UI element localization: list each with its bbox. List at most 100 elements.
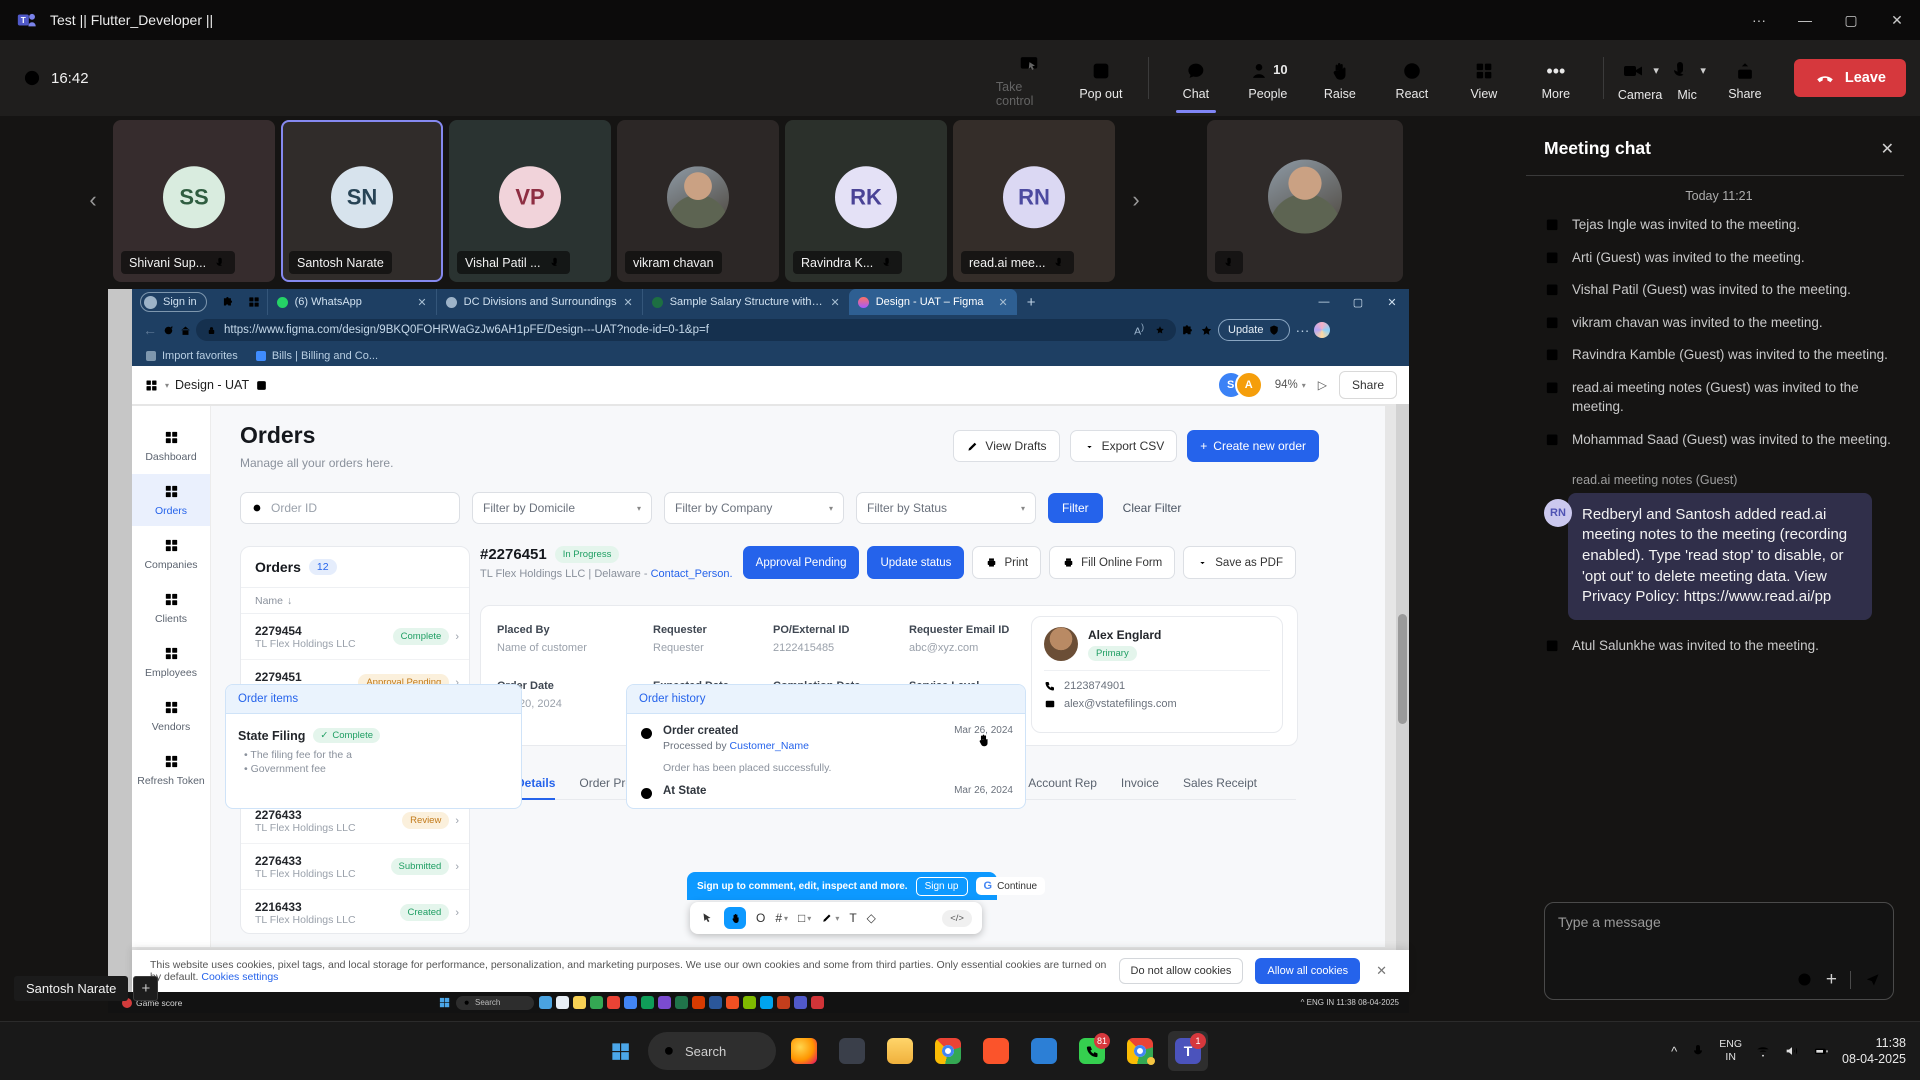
minimize-button[interactable]: — <box>1782 0 1828 40</box>
contact-email[interactable]: alex@vstatefilings.com <box>1044 698 1270 710</box>
create-new-order-button[interactable]: + Create new order <box>1187 430 1319 462</box>
figma-menu-chevron-icon[interactable]: ▾ <box>165 381 169 390</box>
browser-minimize-button[interactable]: — <box>1307 289 1341 315</box>
sidebar-item[interactable]: Clients <box>132 582 210 634</box>
taskbar-app-icon[interactable] <box>539 996 552 1009</box>
present-icon[interactable]: ▷ <box>1318 378 1327 392</box>
google-continue-button[interactable]: G Continue <box>976 877 1046 895</box>
text-tool-icon[interactable]: T <box>849 911 856 925</box>
cookie-close-icon[interactable]: ✕ <box>1372 963 1391 979</box>
tray-mic-icon[interactable] <box>1690 1043 1706 1059</box>
hand-tool-icon[interactable] <box>724 907 746 929</box>
sidebar-item[interactable]: Employees <box>132 636 210 688</box>
save-as-pdf-button[interactable]: Save as PDF <box>1183 546 1296 579</box>
taskbar-app-icon[interactable] <box>641 996 654 1009</box>
taskbar-app-icon[interactable] <box>590 996 603 1009</box>
emoji-icon[interactable] <box>1796 971 1813 988</box>
figma-menu-icon[interactable] <box>144 378 159 393</box>
taskbar-app-icon[interactable] <box>760 996 773 1009</box>
favorite-bills-folder[interactable]: Bills | Billing and Co... <box>256 350 378 362</box>
taskbar-search-box[interactable]: Search <box>648 1032 776 1070</box>
contact-phone[interactable]: 2123874901 <box>1044 680 1270 692</box>
pop-out-button[interactable]: Pop out <box>1068 56 1134 101</box>
print-button[interactable]: Print <box>972 546 1041 579</box>
participant-tile[interactable]: VP Vishal Patil ... <box>449 120 611 282</box>
allow-cookies-button[interactable]: Allow all cookies <box>1255 958 1360 984</box>
taskbar-app-icon[interactable] <box>709 996 722 1009</box>
favorites-bar-icon[interactable] <box>1199 323 1214 338</box>
refresh-icon[interactable] <box>162 324 175 337</box>
update-status-button[interactable]: Update status <box>867 546 964 579</box>
sidebar-item[interactable]: Refresh Token <box>132 744 210 796</box>
start-button-icon[interactable] <box>438 996 451 1009</box>
chevron-right-icon[interactable]: › <box>455 907 459 919</box>
home-icon[interactable] <box>179 324 192 337</box>
clock[interactable]: 11:38 08-04-2025 <box>1842 1035 1906 1068</box>
chevron-right-icon[interactable]: › <box>455 861 459 873</box>
sidebar-item[interactable]: Vendors <box>132 690 210 742</box>
order-row[interactable]: 2279454 TL Flex Holdings LLC Complete › <box>241 614 469 660</box>
taskbar-app-icon[interactable] <box>692 996 705 1009</box>
tab-actions-icon[interactable] <box>247 295 261 309</box>
sort-desc-icon[interactable]: ↓ <box>287 595 292 607</box>
canvas-scrollbar[interactable] <box>1396 404 1409 992</box>
fill-online-form-button[interactable]: Fill Online Form <box>1049 546 1175 579</box>
attach-plus-icon[interactable]: + <box>1826 970 1837 989</box>
participant-tile[interactable]: RN read.ai mee... <box>953 120 1115 282</box>
whatsapp-icon[interactable]: 81 <box>1072 1031 1112 1071</box>
tab-close-icon[interactable]: ✕ <box>831 296 840 309</box>
order-id-search-input[interactable]: Order ID <box>240 492 460 524</box>
taskbar-app-icon[interactable] <box>811 996 824 1009</box>
raise-hand-button[interactable]: Raise <box>1307 56 1373 101</box>
taskbar-app-icon[interactable] <box>726 996 739 1009</box>
figma-page-icon[interactable] <box>255 379 268 392</box>
chevron-right-icon[interactable]: › <box>455 631 459 643</box>
pen-tool-icon[interactable]: ▾ <box>821 912 839 924</box>
detail-tab[interactable]: Invoice <box>1121 776 1159 790</box>
export-csv-button[interactable]: Export CSV <box>1070 430 1178 462</box>
taskbar-search[interactable]: Search <box>456 996 534 1010</box>
teams-taskbar-icon[interactable]: T 1 <box>1168 1031 1208 1071</box>
participant-tile-large[interactable] <box>1207 120 1403 282</box>
filter-apply-button[interactable]: Filter <box>1048 493 1103 523</box>
participant-tile[interactable]: vikram chavan <box>617 120 779 282</box>
file-explorer-icon[interactable] <box>880 1031 920 1071</box>
view-drafts-button[interactable]: View Drafts <box>953 430 1059 462</box>
titlebar-more-icon[interactable]: ··· <box>1736 0 1782 40</box>
leave-button[interactable]: Leave <box>1794 59 1906 97</box>
detail-tab[interactable]: Sales Receipt <box>1183 776 1257 790</box>
participant-tile[interactable]: RK Ravindra K... <box>785 120 947 282</box>
filter-domicile-dropdown[interactable]: Filter by Domicile▾ <box>472 492 652 524</box>
shape-tool-icon[interactable]: □▾ <box>798 911 811 925</box>
new-tab-button[interactable]: + <box>1027 294 1036 311</box>
order-row[interactable]: 2216433 TL Flex Holdings LLC Created › <box>241 890 469 934</box>
tab-close-icon[interactable]: ✕ <box>417 296 426 309</box>
taskbar-app-icon[interactable] <box>573 996 586 1009</box>
copilot-icon[interactable] <box>1314 322 1330 338</box>
import-favorites-button[interactable]: Import favorites <box>146 350 238 362</box>
chat-close-icon[interactable]: ✕ <box>1881 139 1894 159</box>
strip-scroll-left-icon[interactable]: ‹ <box>82 180 104 220</box>
presenter-add-icon[interactable]: + <box>133 976 158 1001</box>
extensions-icon[interactable] <box>1180 323 1195 338</box>
scrollbar-thumb[interactable] <box>1398 614 1407 724</box>
browser-profile-button[interactable]: Sign in <box>140 292 207 312</box>
browser-tab[interactable]: Design - UAT – Figma ✕ <box>849 289 1017 315</box>
taskbar-app-icon[interactable] <box>658 996 671 1009</box>
taskbar-app-icon[interactable] <box>556 996 569 1009</box>
clear-filter-button[interactable]: Clear Filter <box>1115 501 1190 515</box>
dev-mode-toggle[interactable]: </> <box>942 910 972 927</box>
view-button[interactable]: View <box>1451 56 1517 101</box>
browser-tab[interactable]: Sample Salary Structure with calc ✕ <box>642 289 849 315</box>
taskbar-app-icon[interactable] <box>777 996 790 1009</box>
participant-tile[interactable]: SN Santosh Narate <box>281 120 443 282</box>
filter-company-dropdown[interactable]: Filter by Company▾ <box>664 492 844 524</box>
language-indicator[interactable]: ENG IN <box>1719 1038 1742 1063</box>
mic-button[interactable]: ▾ Mic <box>1668 55 1706 102</box>
figma-sign-up-button[interactable]: Sign up <box>916 877 968 896</box>
tray-overflow-icon[interactable]: ^ <box>1671 1044 1677 1059</box>
comment-tool-icon[interactable]: O <box>756 911 765 925</box>
close-button[interactable]: ✕ <box>1874 0 1920 40</box>
browser-close-button[interactable]: ✕ <box>1375 289 1409 315</box>
chrome-icon[interactable] <box>928 1031 968 1071</box>
